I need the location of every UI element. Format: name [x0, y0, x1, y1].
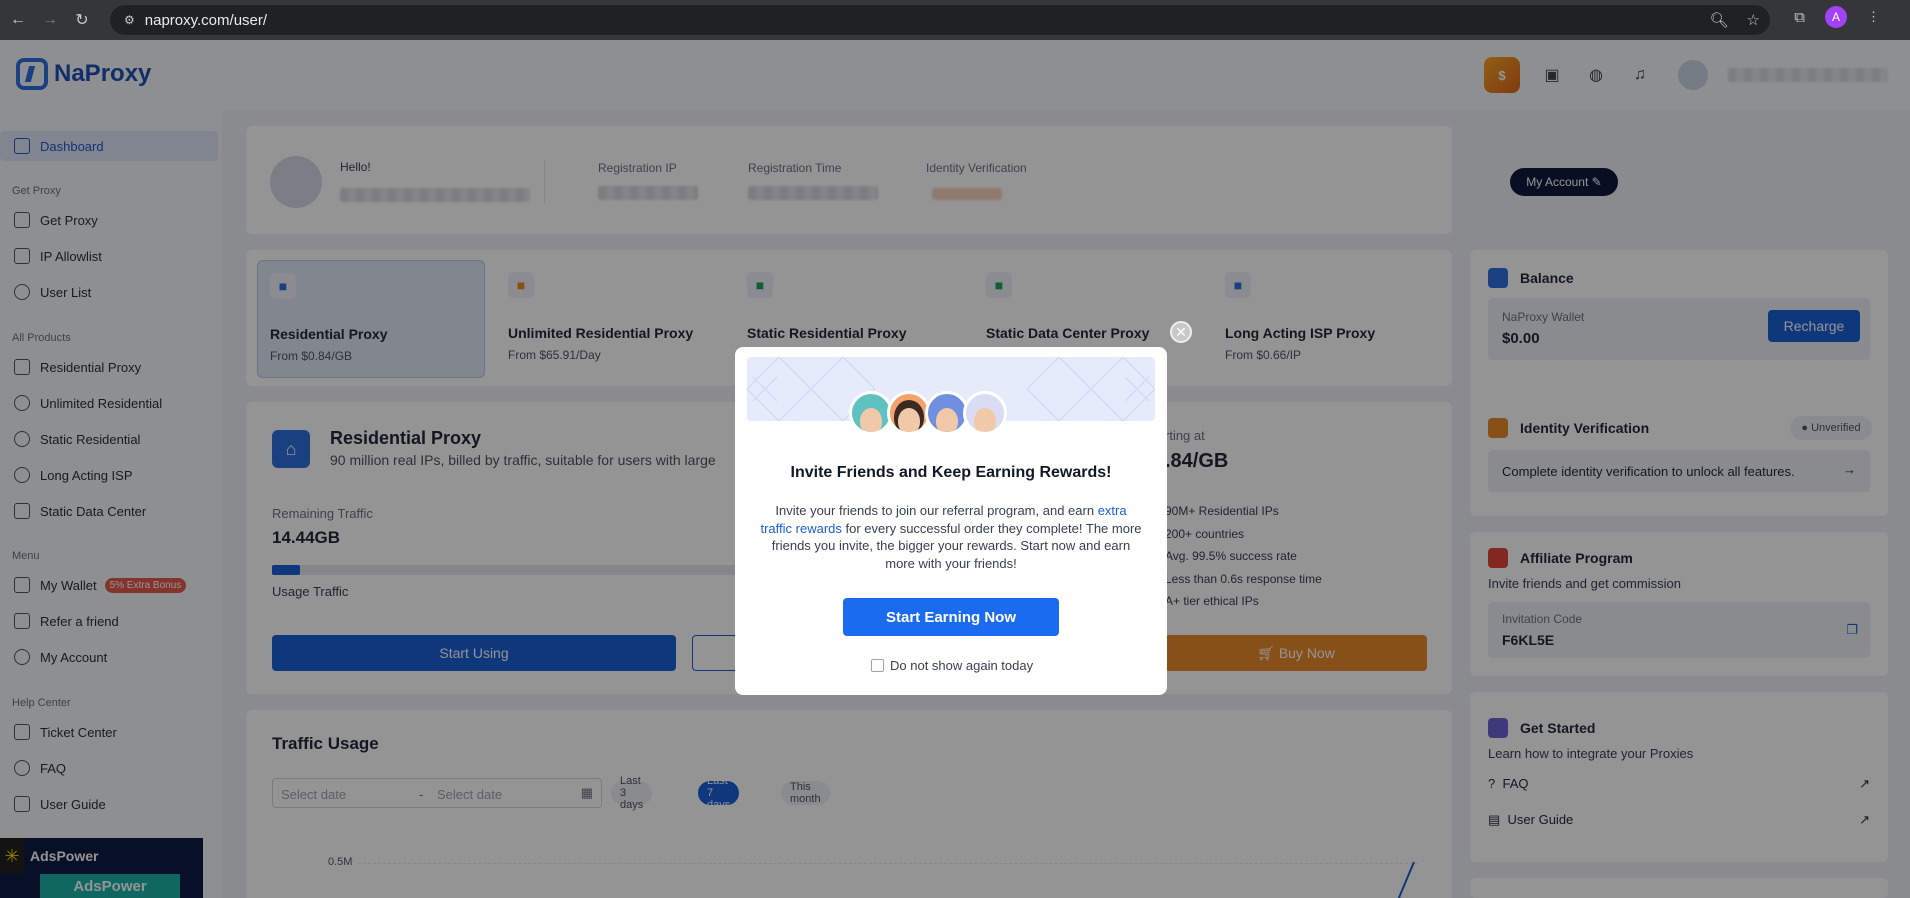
url-text[interactable]: naproxy.com/user/	[145, 12, 267, 29]
close-icon[interactable]: ✕	[1170, 321, 1192, 343]
address-bar[interactable]: ⚙ naproxy.com/user/ 🔍︎ ☆	[110, 5, 1770, 35]
reload-icon[interactable]: ↻	[68, 6, 96, 34]
body-text: Invite your friends to join our referral…	[775, 503, 1095, 518]
profile-avatar[interactable]: A	[1825, 6, 1847, 28]
checkbox-label: Do not show again today	[890, 658, 1034, 673]
extensions-icon[interactable]: ⧉	[1794, 9, 1805, 26]
site-info-icon[interactable]: ⚙	[124, 13, 135, 27]
zoom-icon[interactable]: 🔍︎	[1710, 11, 1729, 29]
back-icon[interactable]: ←	[4, 6, 32, 34]
forward-icon[interactable]: →	[36, 6, 64, 34]
modal-title: Invite Friends and Keep Earning Rewards!	[790, 464, 1112, 481]
browser-toolbar: ← → ↻ ⚙ naproxy.com/user/ 🔍︎ ☆ ⧉ A ⋮	[0, 0, 1910, 40]
modal-body: Invite your friends to join our referral…	[759, 502, 1143, 572]
avatar-face	[963, 391, 1007, 435]
menu-kebab-icon[interactable]: ⋮	[1867, 9, 1880, 25]
dont-show-checkbox[interactable]	[871, 659, 884, 672]
start-earning-button[interactable]: Start Earning Now	[843, 598, 1059, 636]
referral-modal: Invite Friends and Keep Earning Rewards!…	[735, 347, 1167, 695]
bookmark-star-icon[interactable]: ☆	[1747, 11, 1760, 29]
avatar-group	[849, 391, 1007, 435]
dont-show-checkbox-row[interactable]: Do not show again today	[871, 658, 1033, 673]
